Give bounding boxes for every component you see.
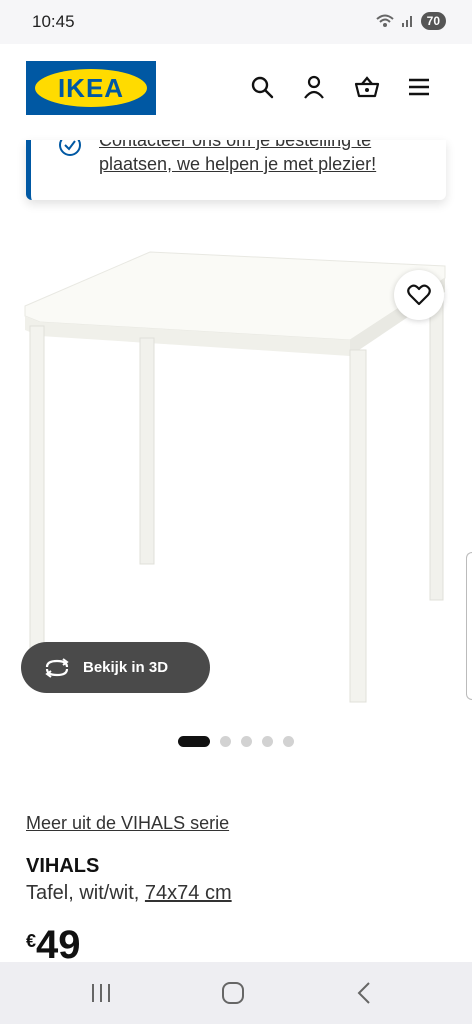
side-panel-handle[interactable] [466, 552, 472, 700]
menu-icon [409, 78, 429, 96]
user-icon [304, 75, 324, 99]
back-button[interactable] [350, 978, 380, 1008]
site-header: IKEA [0, 44, 472, 140]
product-price: € 49 [26, 925, 81, 965]
view-3d-label: Bekijk in 3D [83, 659, 169, 676]
heart-icon [407, 284, 431, 306]
product-name: VIHALS [26, 855, 100, 877]
home-button[interactable] [218, 978, 248, 1008]
product-description: Tafel, wit/wit, 74x74 cm [26, 882, 232, 905]
gallery-pagination [178, 736, 294, 747]
series-link[interactable]: Meer uit de VIHALS serie [26, 813, 229, 834]
search-icon [251, 76, 274, 99]
status-icons: 70 [375, 12, 446, 30]
search-button[interactable] [247, 72, 277, 102]
gallery-dot-active[interactable] [178, 736, 210, 747]
battery-badge: 70 [420, 12, 446, 30]
rotate-3d-icon [45, 657, 69, 678]
price-value: 49 [36, 923, 81, 967]
product-type: Tafel, wit/wit, [26, 882, 145, 904]
recents-icon [92, 984, 110, 1002]
chat-icon [59, 140, 81, 156]
system-nav-bar [0, 962, 472, 1024]
wifi-icon [375, 14, 394, 27]
menu-button[interactable] [404, 72, 434, 102]
view-3d-button[interactable]: Bekijk in 3D [21, 642, 210, 693]
contact-notice: Contacteer ons om je bestelling te plaat… [26, 140, 446, 200]
gallery-dot[interactable] [241, 736, 252, 747]
price-currency: € [26, 931, 37, 951]
cart-icon [354, 76, 380, 98]
notice-link-line2[interactable]: plaatsen, we helpen je met plezier! [99, 154, 376, 175]
gallery-dot[interactable] [220, 736, 231, 747]
recents-button[interactable] [86, 978, 116, 1008]
product-size-link[interactable]: 74x74 cm [145, 882, 232, 904]
cart-button[interactable] [352, 72, 382, 102]
account-button[interactable] [299, 72, 329, 102]
gallery-dot[interactable] [283, 736, 294, 747]
gallery-dot[interactable] [262, 736, 273, 747]
logo-text: IKEA [57, 72, 125, 103]
status-time: 10:45 [32, 12, 75, 31]
favorite-button[interactable] [394, 270, 444, 320]
signal-icon [401, 16, 412, 27]
home-icon [222, 982, 244, 1004]
ikea-logo[interactable]: IKEA [26, 61, 156, 115]
notice-link-line1[interactable]: Contacteer ons om je bestelling te [99, 140, 371, 151]
back-icon [357, 982, 370, 1004]
status-bar: 10:45 70 [0, 0, 472, 44]
